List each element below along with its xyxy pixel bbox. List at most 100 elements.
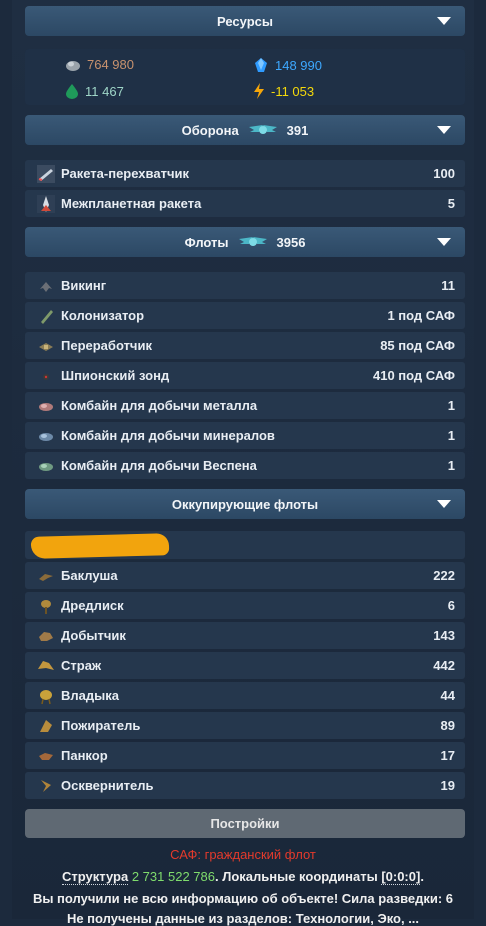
item-label: Дредлиск xyxy=(61,598,124,613)
list-item: Шпионский зонд 410 под САФ xyxy=(25,362,465,389)
item-label: Пожиратель xyxy=(61,718,141,733)
structure-label[interactable]: Структура xyxy=(62,869,129,885)
defiler-icon xyxy=(41,779,51,792)
metal-ore-icon xyxy=(66,60,80,71)
buildings-label: Постройки xyxy=(210,816,280,831)
item-label: Владыка xyxy=(61,688,119,703)
viking-icon xyxy=(40,281,52,292)
item-value: 1 xyxy=(447,428,455,443)
list-item: Дредлиск 6 xyxy=(25,592,465,619)
saf-text: САФ: гражданский флот xyxy=(170,847,316,862)
chevron-down-icon[interactable] xyxy=(437,238,451,246)
list-item: Переработчик 85 под САФ xyxy=(25,332,465,359)
list-item: Колонизатор 1 под САФ xyxy=(25,302,465,329)
item-value: 89 xyxy=(440,718,455,733)
defense-count: 391 xyxy=(286,122,309,138)
item-label: Колонизатор xyxy=(61,308,145,323)
defense-title: Оборона xyxy=(181,122,239,138)
list-item: Комбайн для добычи минералов 1 xyxy=(25,422,465,449)
list-item: Осквернитель 19 xyxy=(25,772,465,799)
spy-probe-icon xyxy=(43,373,49,380)
redaction-mark xyxy=(30,533,170,559)
resources-box: 764 980 148 990 11 467 -11 053 xyxy=(25,49,465,105)
list-item: Панкор 17 xyxy=(25,742,465,769)
fleets-title: Флоты xyxy=(184,234,229,250)
item-value: 143 xyxy=(433,628,455,643)
intel-warning-text: Вы получили не всю информацию об объекте… xyxy=(32,891,454,906)
vespene-drop-icon xyxy=(66,84,78,99)
item-label: Переработчик xyxy=(61,338,152,353)
list-item: Комбайн для добычи Веспена 1 xyxy=(25,452,465,479)
overlord-icon xyxy=(40,689,52,704)
wings-emblem-icon xyxy=(248,125,277,134)
item-label: Викинг xyxy=(61,278,107,293)
list-item: Комбайн для добычи металла 1 xyxy=(25,392,465,419)
devourer-icon xyxy=(40,719,52,732)
energy-resource: -11 053 xyxy=(253,83,314,99)
zergling-icon xyxy=(39,573,53,581)
item-label: Комбайн для добычи металла xyxy=(61,398,258,413)
item-label: Осквернитель xyxy=(61,778,154,793)
defense-header[interactable]: Оборона 391 xyxy=(25,115,465,145)
item-label: Комбайн для добычи минералов xyxy=(61,428,275,443)
mineral-harvester-icon xyxy=(39,432,53,441)
dredlisk-icon xyxy=(41,599,51,614)
structure-value: 2 731 522 786 xyxy=(131,869,215,884)
item-value: 6 xyxy=(447,598,455,613)
occupying-title: Оккупирующие флоты xyxy=(171,496,319,512)
recycler-icon xyxy=(39,342,53,351)
item-label: Страж xyxy=(61,658,102,673)
item-value: 19 xyxy=(440,778,455,793)
item-label: Межпланетная ракета xyxy=(61,196,202,211)
item-value: 5 xyxy=(447,196,455,211)
list-item: Страж 442 xyxy=(25,652,465,679)
item-value: 1 xyxy=(447,458,455,473)
lightning-icon xyxy=(254,83,264,99)
list-item: Ракета-перехватчик 100 xyxy=(25,160,465,187)
chevron-down-icon[interactable] xyxy=(437,126,451,134)
chevron-down-icon[interactable] xyxy=(437,17,451,25)
item-value: 1 xyxy=(447,398,455,413)
item-label: Комбайн для добычи Веспена xyxy=(61,458,257,473)
item-value: 17 xyxy=(440,748,455,763)
wings-emblem-icon xyxy=(238,237,267,246)
energy-value: -11 053 xyxy=(271,83,315,99)
item-label: Панкор xyxy=(61,748,108,763)
list-item: Межпланетная ракета 5 xyxy=(25,190,465,217)
metal-resource: 764 980 xyxy=(65,57,134,72)
vespene-harvester-icon xyxy=(39,462,53,471)
item-label: Добытчик xyxy=(61,628,126,643)
coords-label: . Локальные координаты xyxy=(214,869,378,884)
crystal-value: 148 990 xyxy=(275,57,322,73)
coords-value[interactable]: [0:0:0] xyxy=(381,869,421,885)
fleets-count: 3956 xyxy=(276,234,306,250)
metal-value: 764 980 xyxy=(87,57,134,72)
colonizer-icon xyxy=(41,309,53,324)
item-value: 44 xyxy=(440,688,455,703)
occupying-fleets-header[interactable]: Оккупирующие флоты xyxy=(25,489,465,519)
item-value: 1 под САФ xyxy=(387,308,455,323)
item-label: Шпионский зонд xyxy=(61,368,170,383)
chevron-down-icon[interactable] xyxy=(437,500,451,508)
fleets-header[interactable]: Флоты 3956 xyxy=(25,227,465,257)
pankor-icon xyxy=(39,752,53,760)
buildings-button[interactable]: Постройки xyxy=(25,809,465,838)
guardian-icon xyxy=(38,660,54,670)
item-label: Баклуша xyxy=(61,568,118,583)
item-value: 442 xyxy=(433,658,455,673)
intel-warning: Вы получили не всю информацию об объекте… xyxy=(0,891,486,906)
item-value: 100 xyxy=(433,166,455,181)
metal-harvester-icon xyxy=(39,402,53,411)
item-value: 11 xyxy=(441,278,455,293)
list-item: Викинг 11 xyxy=(25,272,465,299)
resources-title: Ресурсы xyxy=(217,13,273,29)
interplanetary-rocket-icon xyxy=(37,194,55,213)
item-value: 85 под САФ xyxy=(380,338,455,353)
list-item: Добытчик 143 xyxy=(25,622,465,649)
crystal-resource: 148 990 xyxy=(253,57,322,73)
resources-header[interactable]: Ресурсы xyxy=(25,6,465,36)
saf-note: САФ: гражданский флот xyxy=(0,847,486,862)
crystal-icon xyxy=(255,58,267,72)
list-item: Баклуша 222 xyxy=(25,562,465,589)
list-item: Владыка 44 xyxy=(25,682,465,709)
